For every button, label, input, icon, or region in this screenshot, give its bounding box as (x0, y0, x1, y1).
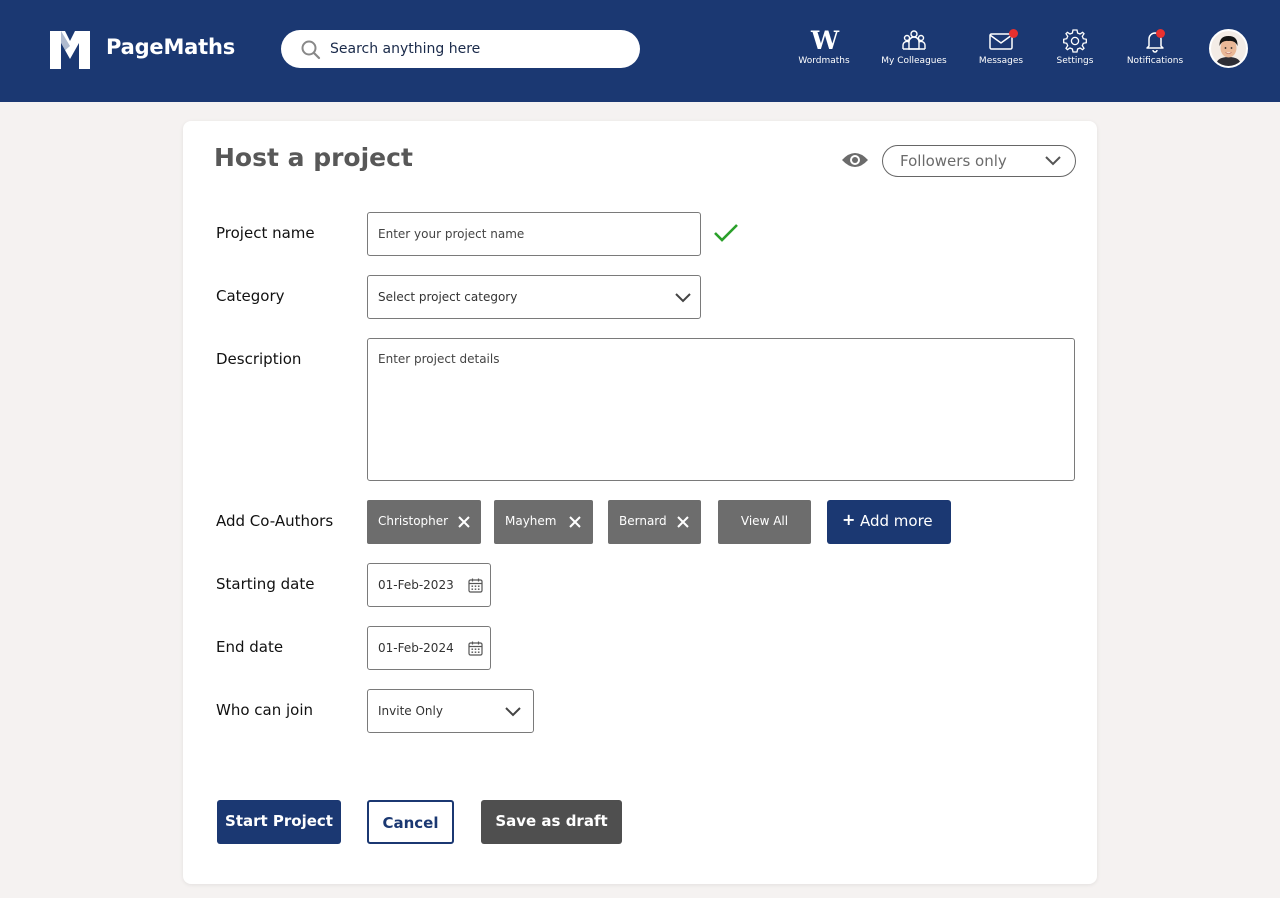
add-more-button[interactable]: + Add more (827, 500, 951, 544)
project-name-field[interactable] (367, 212, 701, 256)
close-icon[interactable] (677, 516, 689, 528)
nav-notifications[interactable]: Notifications (1127, 28, 1183, 68)
chevron-down-icon (1045, 156, 1061, 166)
start-date-picker[interactable]: 01-Feb-2023 (367, 563, 491, 607)
nav-my-colleagues[interactable]: My Colleagues (880, 28, 948, 68)
calendar-icon[interactable] (468, 578, 483, 593)
user-avatar-image (1211, 31, 1246, 66)
wordmaths-icon: W (811, 26, 840, 55)
cancel-button[interactable]: Cancel (367, 800, 454, 844)
who-can-join-value: Invite Only (378, 704, 443, 718)
view-all-label: View All (740, 514, 789, 528)
top-navigation-bar: PageMaths W Wordmaths My Colleagues Mess… (0, 0, 1280, 102)
coauthor-name: Mayhem (505, 514, 557, 528)
description-label: Description (216, 350, 302, 368)
nav-messages-label: Messages (978, 56, 1024, 66)
description-field[interactable] (367, 338, 1075, 481)
coauthor-name: Bernard (619, 514, 667, 528)
save-draft-button[interactable]: Save as draft (481, 800, 622, 844)
eye-icon (842, 153, 868, 167)
nav-wordmaths[interactable]: W Wordmaths (797, 28, 851, 68)
plus-icon: + (842, 510, 856, 529)
coauthor-chip: Bernard (608, 500, 701, 544)
coauthor-chip: Christopher (367, 500, 481, 544)
start-date-value: 01-Feb-2023 (378, 578, 454, 592)
who-can-join-dropdown[interactable]: Invite Only (367, 689, 534, 733)
nav-messages[interactable]: Messages (977, 28, 1025, 68)
coauthors-label: Add Co-Authors (216, 512, 334, 530)
visibility-dropdown[interactable]: Followers only (882, 145, 1076, 177)
end-date-value: 01-Feb-2024 (378, 641, 454, 655)
nav-settings-label: Settings (1056, 56, 1094, 66)
messages-badge (1009, 29, 1018, 38)
start-project-label: Start Project (225, 812, 333, 830)
close-icon[interactable] (569, 516, 581, 528)
project-name-label: Project name (216, 224, 315, 242)
search-input[interactable] (330, 38, 620, 60)
colleagues-icon (902, 30, 926, 50)
add-more-label: Add more (860, 512, 933, 530)
nav-settings[interactable]: Settings (1055, 28, 1095, 68)
gear-icon (1063, 29, 1087, 53)
end-date-picker[interactable]: 01-Feb-2024 (367, 626, 491, 670)
checkmark-icon (714, 224, 738, 242)
nav-notifications-label: Notifications (1126, 56, 1184, 66)
category-dropdown[interactable]: Select project category (367, 275, 701, 319)
notifications-badge (1156, 29, 1165, 38)
user-avatar[interactable] (1209, 29, 1248, 68)
end-date-label: End date (216, 638, 284, 656)
description-textarea[interactable] (378, 352, 1066, 472)
start-date-label: Starting date (216, 575, 315, 593)
chevron-down-icon (675, 293, 691, 303)
who-can-join-label: Who can join (216, 701, 314, 719)
coauthor-name: Christopher (378, 514, 449, 528)
search-icon (301, 40, 321, 60)
close-icon[interactable] (458, 516, 470, 528)
cancel-label: Cancel (382, 814, 439, 832)
search-bar[interactable] (281, 30, 640, 68)
visibility-value: Followers only (900, 152, 1007, 170)
nav-colleagues-label: My Colleagues (881, 56, 947, 66)
save-draft-label: Save as draft (495, 812, 608, 830)
pagemaths-logo[interactable] (49, 29, 91, 71)
coauthor-chip: Mayhem (494, 500, 593, 544)
nav-wordmaths-label: Wordmaths (798, 56, 850, 66)
view-all-button[interactable]: View All (718, 500, 811, 544)
start-project-button[interactable]: Start Project (217, 800, 341, 844)
category-value: Select project category (378, 290, 518, 304)
brand-name[interactable]: PageMaths (106, 35, 235, 59)
chevron-down-icon (505, 707, 521, 717)
page-title: Host a project (214, 143, 413, 172)
calendar-icon[interactable] (468, 641, 483, 656)
host-project-card: Host a project Followers only Project na… (183, 121, 1097, 884)
project-name-input[interactable] (378, 213, 692, 255)
category-label: Category (216, 287, 285, 305)
